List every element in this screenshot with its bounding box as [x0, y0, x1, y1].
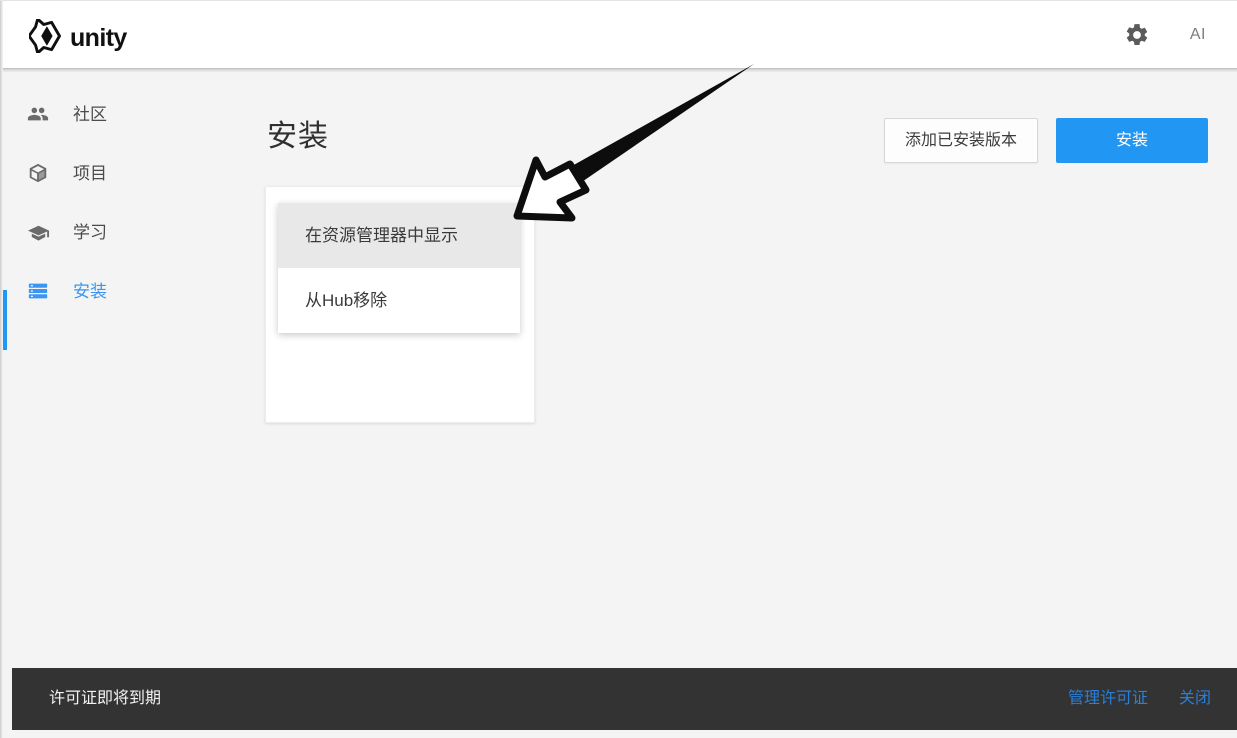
page-title: 安装: [267, 120, 329, 153]
app-header: unity AI: [0, 1, 1237, 68]
sidebar-item-projects[interactable]: 项目: [3, 151, 200, 195]
main-content: 安装 添加已安装版本 安装 在资源管理器中显示 从Hub移除: [200, 72, 1237, 738]
brand: unity: [27, 17, 127, 58]
sidebar-item-label: 学习: [73, 222, 107, 242]
sidebar-item-installs[interactable]: 安装: [3, 269, 200, 313]
notification-actions: 管理许可证 关闭: [1068, 691, 1211, 707]
installs-list-icon: [25, 280, 51, 302]
notification-message: 许可证即将到期: [49, 690, 162, 707]
sidebar-item-community[interactable]: 社区: [3, 92, 200, 136]
window-top-edge: [0, 0, 1237, 1]
close-notification-link[interactable]: 关闭: [1179, 691, 1211, 707]
context-menu-item-remove-from-hub[interactable]: 从Hub移除: [278, 268, 520, 333]
install-button[interactable]: 安装: [1056, 118, 1208, 163]
community-people-icon: [25, 103, 51, 125]
context-menu: 在资源管理器中显示 从Hub移除: [278, 203, 520, 333]
sidebar: 社区 项目 学习 安装: [3, 72, 200, 738]
project-cube-icon: [25, 162, 51, 184]
window-left-edge: [0, 0, 3, 738]
ai-button[interactable]: AI: [1186, 24, 1210, 46]
sidebar-item-label: 安装: [73, 281, 107, 301]
sidebar-item-label: 项目: [73, 163, 107, 183]
learn-graduation-cap-icon: [25, 221, 51, 244]
add-installed-version-button[interactable]: 添加已安装版本: [883, 118, 1038, 163]
gear-icon[interactable]: [1124, 22, 1150, 48]
brand-wordmark: unity: [70, 24, 127, 52]
sidebar-item-label: 社区: [73, 104, 107, 124]
header-divider: [0, 68, 1237, 72]
page-actions: 添加已安装版本 安装: [883, 118, 1208, 163]
license-notification-bar: 许可证即将到期 管理许可证 关闭: [12, 668, 1237, 730]
header-actions: AI: [1124, 1, 1237, 68]
context-menu-item-show-in-explorer[interactable]: 在资源管理器中显示: [278, 203, 520, 268]
unity-logo-icon: [27, 17, 63, 58]
unity-hub-window: unity AI 社区 项目 学习 安装 安装 添加已安装版本 安装 在资源管理…: [0, 0, 1237, 738]
manage-license-link[interactable]: 管理许可证: [1068, 691, 1148, 707]
sidebar-item-learn[interactable]: 学习: [3, 210, 200, 254]
